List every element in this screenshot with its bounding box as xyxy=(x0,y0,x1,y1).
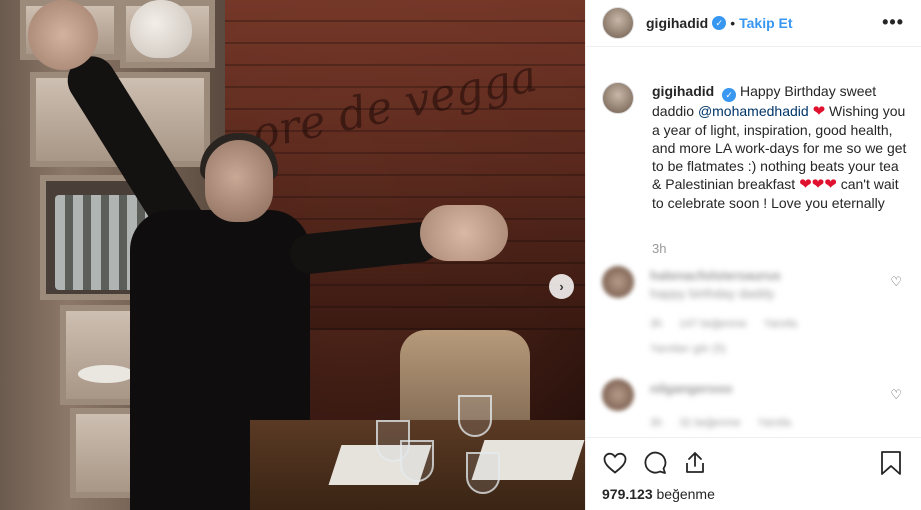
wine-glass xyxy=(400,440,434,482)
person-head xyxy=(205,140,273,222)
comment-username[interactable]: nilgangerooo xyxy=(650,381,732,396)
likes-number: 979.123 xyxy=(602,486,653,502)
avatar[interactable] xyxy=(602,379,634,411)
share-upload-icon[interactable] xyxy=(682,450,708,476)
caption-username[interactable]: gigihadid xyxy=(652,83,714,99)
more-options-icon[interactable]: ••• xyxy=(882,12,904,33)
vase xyxy=(130,0,192,58)
likes-label: beğenme xyxy=(656,486,715,502)
plate xyxy=(78,365,134,383)
person-hand-right xyxy=(420,205,508,261)
instagram-post: ore de vegga › gigihadid ✓ • Takip Et ••… xyxy=(0,0,921,510)
caption: gigihadid ✓ Happy Birthday sweet daddio … xyxy=(602,82,908,212)
comment-text: happy birthday daddy xyxy=(650,286,775,301)
post-side-panel: gigihadid ✓ • Takip Et ••• gigihadid ✓ H… xyxy=(585,0,921,510)
heart-emoji-icon: ❤ xyxy=(811,176,825,193)
comment-likes[interactable]: 147 beğenme xyxy=(679,318,746,330)
next-photo-button[interactable]: › xyxy=(549,274,574,299)
follow-button[interactable]: Takip Et xyxy=(739,15,792,31)
mention-link[interactable]: @mohamedhadid xyxy=(698,103,809,119)
avatar[interactable] xyxy=(602,266,634,298)
post-header: gigihadid ✓ • Takip Et ••• xyxy=(586,0,921,47)
like-comment-heart-icon[interactable]: ♡ xyxy=(890,274,902,290)
separator-dot: • xyxy=(730,15,736,31)
post-photo[interactable]: ore de vegga › xyxy=(0,0,585,510)
comment-bubble-icon[interactable] xyxy=(642,450,668,476)
wine-glass xyxy=(466,452,500,494)
comment-reply-button[interactable]: Yanıtla xyxy=(758,417,791,429)
bookmark-icon[interactable] xyxy=(880,450,904,476)
likes-count[interactable]: 979.123 beğenme xyxy=(602,486,715,502)
comment-time[interactable]: 3h xyxy=(650,318,662,330)
avatar[interactable] xyxy=(602,7,634,39)
header-username[interactable]: gigihadid xyxy=(646,15,708,31)
like-heart-icon[interactable] xyxy=(602,450,628,476)
heart-emoji-icon: ❤ xyxy=(824,176,837,193)
comment-time[interactable]: 3h xyxy=(650,417,662,429)
comment-username[interactable]: halenacfolstersaurus xyxy=(650,268,781,283)
comment: nilgangerooo ♡ 3h 32 beğenme Yanıtla xyxy=(602,379,908,434)
post-actions-footer: 979.123 beğenme xyxy=(586,437,921,510)
comment-likes[interactable]: 32 beğenme xyxy=(679,417,740,429)
action-bar xyxy=(602,450,708,476)
verified-badge-icon: ✓ xyxy=(712,16,727,30)
wine-glass xyxy=(458,395,492,437)
view-replies-button[interactable]: Yanıtları gör (5) xyxy=(650,343,726,355)
caption-timestamp[interactable]: 3h xyxy=(652,241,666,256)
avatar[interactable] xyxy=(602,82,634,114)
like-comment-heart-icon[interactable]: ♡ xyxy=(890,387,902,403)
person-hand-left xyxy=(28,0,98,70)
heart-emoji-icon: ❤ xyxy=(812,103,826,120)
verified-badge-icon: ✓ xyxy=(722,88,737,102)
comment: halenacfolstersaurus happy birthday dadd… xyxy=(602,266,908,356)
heart-emoji-icon: ❤ xyxy=(799,176,812,193)
comment-reply-button[interactable]: Yanıtla xyxy=(764,318,797,330)
caption-text: gigihadid ✓ Happy Birthday sweet daddio … xyxy=(652,82,908,212)
